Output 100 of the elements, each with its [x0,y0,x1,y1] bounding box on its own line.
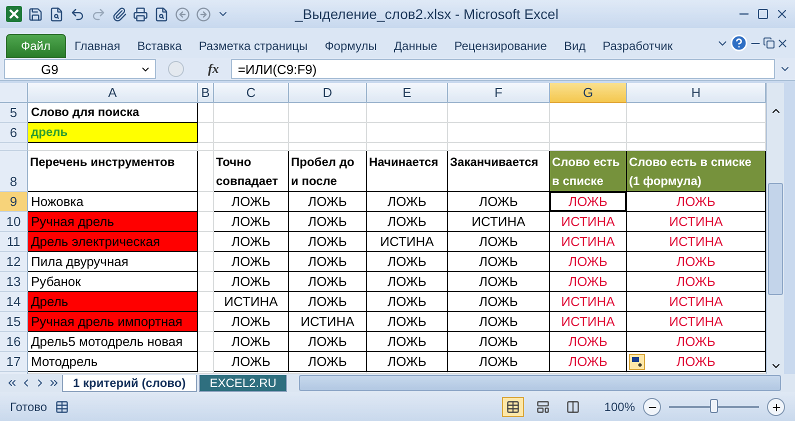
scroll-thumb[interactable] [768,182,783,294]
table-cell: ЛОЖЬ [367,192,448,212]
column-header[interactable]: D [289,83,367,103]
zoom-in-button[interactable] [767,398,785,416]
table-cell: Дрель электрическая [28,232,198,252]
resize-handle-icon[interactable] [168,61,184,77]
column-header[interactable]: A [28,83,198,103]
table-cell: Пила двуручная [28,252,198,272]
formula-input[interactable]: =ИЛИ(C9:F9) [230,59,775,79]
column-header[interactable]: H [627,83,766,103]
table-cell: ИСТИНА [550,212,627,232]
save-icon[interactable] [28,6,43,22]
table-cell: ЛОЖЬ [289,232,367,252]
row-header[interactable]: 13 [0,272,28,292]
horizontal-scrollbar[interactable] [299,375,781,391]
spreadsheet-logo-icon[interactable] [6,6,22,22]
row-header[interactable]: 12 [0,252,28,272]
maximize-icon[interactable] [757,8,769,20]
table-cell: ЛОЖЬ [367,252,448,272]
close-icon[interactable] [775,7,789,21]
table-cell: дрель [28,123,198,143]
sheet-tab[interactable]: EXCEL2.RU [198,374,288,392]
column-header[interactable]: G [550,83,627,103]
row-header[interactable]: 17 [0,352,28,372]
column-header[interactable]: C [214,83,289,103]
table-cell: ИСТИНА [627,312,766,332]
plus-icon [770,402,782,412]
restore-icon[interactable] [763,37,775,49]
table-cell: ЛОЖЬ [289,332,367,352]
ribbon-tab[interactable]: Рецензирование [446,34,555,58]
table-cell: ЛОЖЬ [289,192,367,212]
column-title-cell: Пробел до и после [289,151,367,192]
table-cell: ЛОЖЬ [367,292,448,312]
row-header[interactable]: 14 [0,292,28,312]
table-cell: ЛОЖЬ [214,332,289,352]
table-cell: Дрель [28,292,198,312]
row-header[interactable]: 15 [0,312,28,332]
table-cell: ЛОЖЬ [627,252,766,272]
table-cell: ЛОЖЬ [214,272,289,292]
table-cell: ЛОЖЬ [448,272,550,292]
print-icon[interactable] [133,6,148,22]
table-cell: ЛОЖЬ [448,352,550,372]
table-cell: ЛОЖЬ [448,332,550,352]
first-sheet-icon[interactable] [6,377,18,389]
ribbon-tab[interactable]: Главная [66,34,128,58]
zoom-slider-thumb[interactable] [710,399,718,413]
table-cell: ИСТИНА [214,292,289,312]
table-cell: ЛОЖЬ [448,232,550,252]
attach-icon[interactable] [112,6,127,22]
table-cell: ЛОЖЬ [367,352,448,372]
column-title-cell: Слово есть в списке [550,151,627,192]
table-cell: ЛОЖЬ [289,292,367,312]
sheet-tab[interactable]: 1 критерий (слово) [62,374,197,392]
table-cell: ЛОЖЬ [550,352,627,372]
insert-function-button[interactable]: fx [188,61,227,77]
table-cell: ЛОЖЬ [550,192,627,212]
close-icon[interactable] [776,36,789,50]
ribbon-tab[interactable]: Вид [556,34,594,58]
ribbon-tab[interactable]: Вставка [129,34,190,58]
row-header[interactable]: 8 [0,151,28,192]
column-header[interactable]: E [367,83,448,103]
zoom-out-button[interactable] [643,398,661,416]
column-title-cell: Заканчивается [448,151,550,192]
ribbon-tab[interactable]: Формулы [316,34,385,58]
preview-icon[interactable] [154,6,169,22]
row-header[interactable]: 16 [0,332,28,352]
table-cell: ЛОЖЬ [550,272,627,292]
table-cell: ЛОЖЬ [627,192,766,212]
row-header[interactable]: 11 [0,232,28,252]
view-button[interactable] [502,397,524,417]
column-header[interactable]: F [448,83,550,103]
table-cell: ЛОЖЬ [550,252,627,272]
table-cell: ИСТИНА [448,212,550,232]
vertical-scrollbar[interactable] [766,83,784,374]
table-cell: Ножовка [28,192,198,212]
table-cell: ЛОЖЬ [289,252,367,272]
grid-icon [506,400,520,414]
row-header[interactable]: 9 [0,192,28,212]
ribbon-tab[interactable]: Разметка страницы [190,34,316,58]
file-tab[interactable]: Файл [6,34,66,58]
table-cell: ЛОЖЬ [214,252,289,272]
undo-icon[interactable] [70,6,85,22]
ribbon-tab[interactable]: Разработчик [594,34,681,58]
paste-options-icon[interactable] [629,354,645,370]
ribbon-tab[interactable]: Данные [386,34,446,58]
table-cell: Рубанок [28,272,198,292]
table-cell: ИСТИНА [627,232,766,252]
table-cell: ИСТИНА [627,212,766,232]
table-cell: Мотодрель [28,352,198,372]
row-header[interactable]: 5 [0,103,28,123]
column-header[interactable]: B [198,83,214,103]
help-icon[interactable] [730,34,748,52]
row-header[interactable]: 10 [0,212,28,232]
table-cell: ЛОЖЬ [448,252,550,272]
column-title-cell: Перечень инструментов [28,151,198,192]
column-title-cell: Точно совпадает [214,151,289,192]
row-header[interactable]: 6 [0,123,28,143]
name-box[interactable]: G9 [4,59,156,79]
table-cell: ЛОЖЬ [367,212,448,232]
last-sheet-icon[interactable] [48,377,60,389]
